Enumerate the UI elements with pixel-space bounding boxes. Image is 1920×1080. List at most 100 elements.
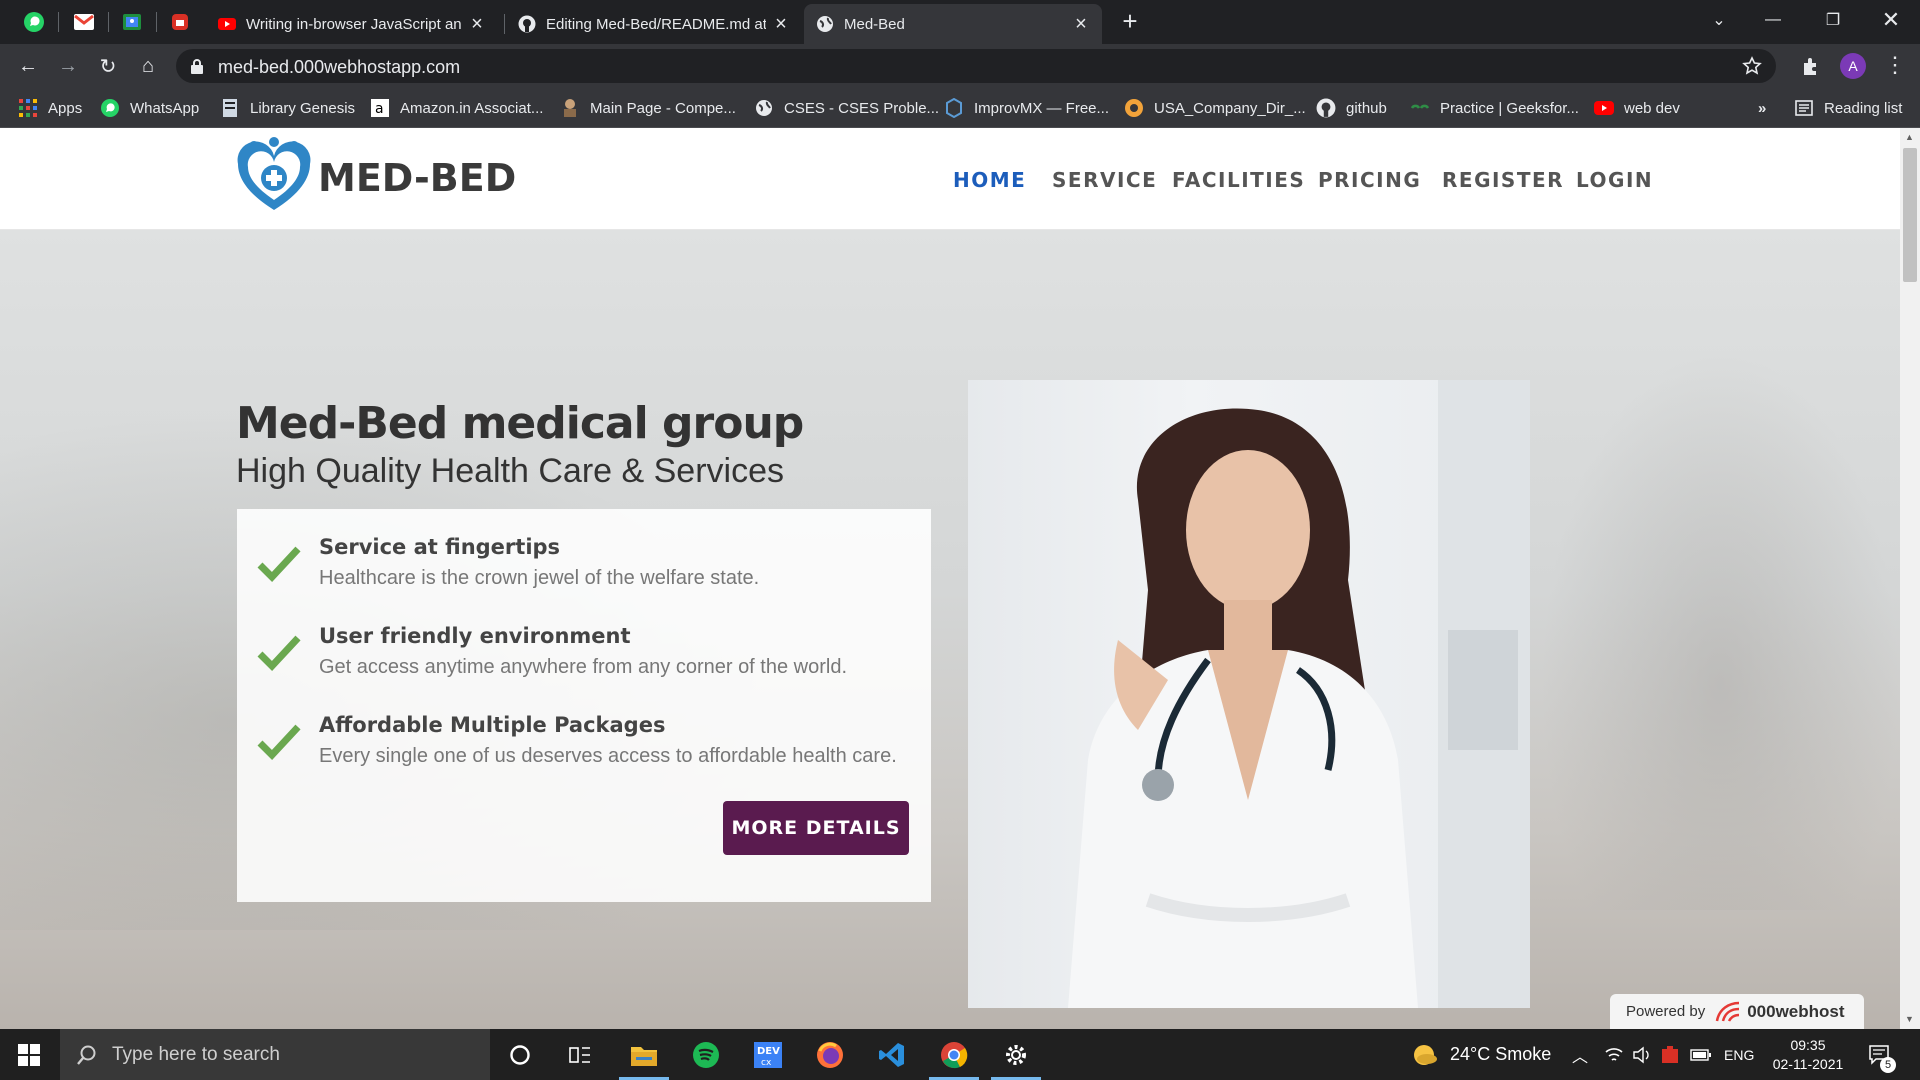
bookmarks-overflow-button[interactable]: » (1758, 96, 1766, 120)
close-tab-icon[interactable]: × (772, 13, 790, 36)
nav-login[interactable]: LOGIN (1576, 168, 1653, 192)
feature-item: Affordable Multiple Packages Every singl… (237, 703, 931, 773)
site-brand[interactable]: MED-BED (318, 156, 516, 200)
bookmark-star-icon[interactable] (1742, 56, 1762, 76)
github-icon (518, 15, 536, 33)
heart-logo-icon[interactable] (234, 136, 314, 216)
pinned-classroom-tab[interactable] (118, 8, 146, 36)
minimize-button[interactable]: — (1750, 0, 1796, 40)
bookmark-geeksforgeeks[interactable]: Practice | Geeksfor... (1410, 96, 1579, 120)
vscode-icon[interactable] (872, 1035, 912, 1075)
book-icon (220, 98, 240, 118)
reload-button[interactable]: ↻ (92, 50, 124, 82)
nav-service[interactable]: SERVICE (1052, 168, 1157, 192)
hero-subtitle: High Quality Health Care & Services (236, 452, 785, 490)
clock[interactable]: 09:35 02-11-2021 (1768, 1029, 1848, 1080)
weather-widget[interactable]: 24°C Smoke (1412, 1029, 1551, 1080)
nav-facilities[interactable]: FACILITIES (1172, 168, 1305, 192)
bookmark-label: Practice | Geeksfor... (1440, 99, 1579, 117)
tab-search-icon[interactable]: ⌄ (1696, 0, 1742, 40)
bookmark-label: Main Page - Compe... (590, 99, 736, 117)
app-tray-icon[interactable] (1660, 1029, 1680, 1080)
tab-github[interactable]: Editing Med-Bed/README.md at × (506, 4, 802, 44)
bookmark-web-dev[interactable]: web dev (1594, 96, 1680, 120)
language-indicator[interactable]: ENG (1724, 1029, 1754, 1080)
spotify-icon[interactable] (686, 1035, 726, 1075)
nav-home[interactable]: HOME (953, 168, 1026, 192)
github-icon (1316, 98, 1336, 118)
menu-kebab-icon[interactable]: ⋮ (1884, 52, 1906, 78)
restore-button[interactable]: ❐ (1810, 0, 1856, 40)
chevron-up-icon[interactable]: ︿ (1572, 1029, 1588, 1080)
amazon-icon: a (370, 98, 390, 118)
extensions-icon[interactable] (1800, 55, 1822, 77)
volume-icon[interactable] (1632, 1029, 1652, 1080)
notifications-icon[interactable]: 5 (1868, 1029, 1896, 1080)
powered-by-brand: 000webhost (1747, 1001, 1845, 1021)
chrome-icon[interactable] (929, 1035, 979, 1080)
file-explorer-icon[interactable] (619, 1035, 669, 1080)
tab-youtube[interactable]: Writing in-browser JavaScript and × (206, 4, 498, 44)
bookmark-improvmx[interactable]: ImprovMX — Free... (944, 96, 1109, 120)
bookmark-label: github (1346, 99, 1387, 117)
gmail-icon (74, 14, 94, 30)
bookmark-usa-company[interactable]: USA_Company_Dir_... (1124, 96, 1306, 120)
home-button[interactable]: ⌂ (132, 50, 164, 82)
close-window-button[interactable]: ✕ (1868, 0, 1914, 40)
bookmark-label: USA_Company_Dir_... (1154, 99, 1306, 117)
tab-label: Writing in-browser JavaScript and (246, 15, 462, 33)
hero-title: Med-Bed medical group (236, 398, 804, 449)
windows-taskbar: Type here to search DEV cx 24°C Smoke ︿ E… (0, 1029, 1920, 1080)
blurred-background (1540, 350, 1900, 910)
powered-by-label: Powered by (1626, 1003, 1706, 1020)
cortana-icon[interactable] (500, 1035, 540, 1075)
bookmark-whatsapp[interactable]: WhatsApp (100, 96, 199, 120)
battery-icon[interactable] (1690, 1029, 1712, 1080)
forward-button[interactable]: → (52, 50, 84, 82)
dev-app-icon[interactable]: DEV cx (748, 1035, 788, 1075)
more-details-button[interactable]: MORE DETAILS (723, 801, 909, 855)
taskbar-search-box[interactable]: Type here to search (60, 1029, 490, 1080)
close-tab-icon[interactable]: × (1072, 13, 1090, 36)
close-tab-icon[interactable]: × (468, 13, 486, 36)
scrollbar-thumb[interactable] (1903, 148, 1917, 282)
classroom-icon (123, 14, 141, 30)
tab-med-bed[interactable]: Med-Bed × (804, 4, 1102, 44)
pinned-whatsapp-tab[interactable] (20, 8, 48, 36)
weather-text: 24°C Smoke (1450, 1044, 1552, 1064)
bookmark-cses[interactable]: CSES - CSES Proble... (754, 96, 939, 120)
svg-text:a: a (375, 101, 384, 117)
gfg-icon (1410, 98, 1430, 118)
nav-register[interactable]: REGISTER (1442, 168, 1564, 192)
profile-avatar[interactable]: A (1840, 53, 1866, 79)
reading-list-button[interactable]: Reading list (1794, 96, 1902, 120)
whatsapp-icon (24, 12, 44, 32)
scroll-down-icon[interactable]: ▼ (1905, 1014, 1914, 1024)
bookmark-apps[interactable]: Apps (18, 96, 82, 120)
bookmark-amazon[interactable]: a Amazon.in Associat... (370, 96, 543, 120)
notification-count-badge: 5 (1880, 1057, 1896, 1073)
pinned-app-tab[interactable] (166, 8, 194, 36)
settings-gear-icon[interactable] (991, 1035, 1041, 1080)
address-bar[interactable]: med-bed.000webhostapp.com (176, 49, 1776, 83)
bookmark-main-page[interactable]: Main Page - Compe... (560, 96, 736, 120)
task-view-icon[interactable] (560, 1035, 600, 1075)
web-page: MED-BED HOME SERVICE FACILITIES PRICING … (0, 128, 1900, 1029)
bookmark-library-genesis[interactable]: Library Genesis (220, 96, 355, 120)
bookmark-github[interactable]: github (1316, 96, 1387, 120)
co-icon (1124, 98, 1144, 118)
clock-time: 09:35 (1790, 1036, 1826, 1053)
feature-title: Affordable Multiple Packages (319, 713, 666, 737)
pinned-gmail-tab[interactable] (70, 8, 98, 36)
firefox-icon[interactable] (810, 1035, 850, 1075)
checkmark-icon (257, 724, 301, 761)
whatsapp-icon (100, 98, 120, 118)
windows-start-icon[interactable] (18, 1044, 40, 1066)
scroll-up-icon[interactable]: ▲ (1905, 132, 1914, 142)
new-tab-button[interactable]: + (1116, 8, 1144, 36)
bookmark-label: Amazon.in Associat... (400, 99, 544, 117)
wifi-icon[interactable] (1604, 1029, 1624, 1080)
nav-pricing[interactable]: PRICING (1318, 168, 1421, 192)
powered-by-badge[interactable]: Powered by 000webhost (1610, 994, 1864, 1029)
back-button[interactable]: ← (12, 50, 44, 82)
